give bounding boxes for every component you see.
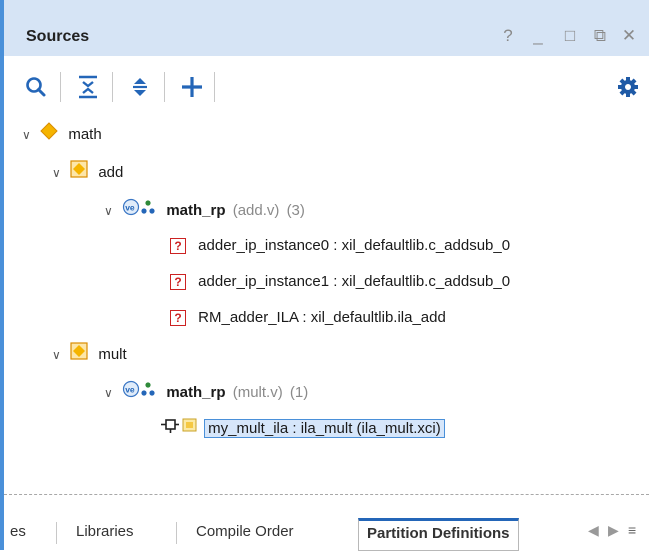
divider	[4, 494, 649, 495]
tree-node-mult[interactable]: ∨ mult	[52, 342, 127, 366]
collapse-all-icon[interactable]	[76, 74, 100, 100]
missing-source-icon: ?	[170, 310, 186, 327]
module-file: (mult.v)	[232, 383, 283, 401]
module-count: (3)	[286, 201, 305, 219]
chevron-down-icon[interactable]: ∨	[52, 343, 66, 367]
gear-icon[interactable]	[616, 74, 640, 100]
help-button[interactable]: ?	[498, 26, 518, 46]
tree-leaf[interactable]: ? RM_adder_ILA : xil_defaultlib.ila_add	[170, 306, 446, 330]
tab-compile-order[interactable]: Compile Order	[196, 523, 294, 540]
instance-label: RM_adder_ILA : xil_defaultlib.ila_add	[198, 309, 446, 326]
panel-title-bar: Sources ? _ □ ⧉ ✕	[4, 0, 649, 56]
toolbar-separator	[60, 72, 61, 102]
tab-sources-truncated[interactable]: es	[10, 523, 26, 540]
tree-leaf[interactable]: ? adder_ip_instance0 : xil_defaultlib.c_…	[170, 234, 510, 258]
tab-separator	[176, 522, 177, 544]
minimize-button[interactable]: _	[528, 26, 548, 46]
instance-label: my_mult_ila : ila_mult (ila_mult.xci)	[204, 418, 445, 438]
tab-separator	[56, 522, 57, 544]
chevron-down-icon[interactable]: ∨	[22, 123, 36, 147]
toolbar	[4, 56, 649, 118]
tab-libraries[interactable]: Libraries	[76, 523, 134, 540]
instance-label: adder_ip_instance0 : xil_defaultlib.c_ad…	[198, 237, 511, 254]
chevron-right-icon[interactable]: ▶	[608, 522, 619, 539]
panel-title: Sources	[26, 28, 90, 45]
chevron-left-icon[interactable]: ◀	[588, 522, 599, 539]
ip-core-icon	[160, 416, 198, 442]
tree-node-mult-math-rp[interactable]: ∨ ve math_rp (mult.v) (1)	[104, 380, 308, 404]
instance-label: adder_ip_instance1 : xil_defaultlib.c_ad…	[198, 273, 511, 290]
toolbar-separator	[112, 72, 113, 102]
tree-node-label: add	[98, 163, 124, 181]
tree-leaf-selected[interactable]: my_mult_ila : ila_mult (ila_mult.xci)	[160, 416, 445, 440]
partition-diamond-icon	[70, 160, 88, 186]
module-name: math_rp	[166, 383, 226, 401]
tree-leaf[interactable]: ? adder_ip_instance1 : xil_defaultlib.c_…	[170, 270, 510, 294]
tree-node-add-math-rp[interactable]: ∨ ve math_rp (add.v) (3)	[104, 198, 305, 222]
module-file: (add.v)	[232, 201, 280, 219]
tree-node-math[interactable]: ∨ math	[22, 122, 102, 146]
tree-node-label: mult	[98, 345, 127, 363]
module-name: math_rp	[166, 201, 226, 219]
partition-diamond-icon	[70, 342, 88, 368]
missing-source-icon: ?	[170, 238, 186, 255]
search-icon[interactable]	[24, 74, 48, 100]
float-button[interactable]: ⧉	[590, 26, 610, 46]
module-count: (1)	[289, 383, 309, 401]
verilog-module-icon: ve	[122, 198, 158, 224]
chevron-down-icon[interactable]: ∨	[104, 381, 118, 405]
toolbar-separator	[214, 72, 215, 102]
svg-text:ve: ve	[125, 203, 135, 213]
verilog-module-icon: ve	[122, 380, 158, 406]
diamond-icon	[40, 122, 58, 148]
svg-text:ve: ve	[125, 385, 135, 395]
tab-partition-definitions[interactable]: Partition Definitions	[358, 518, 519, 551]
sources-tree: ∨ math ∨ add ∨ ve math_rp (add.v) (3) ? …	[4, 118, 649, 490]
toolbar-separator	[164, 72, 165, 102]
menu-icon[interactable]: ≡	[628, 522, 636, 538]
close-button[interactable]: ✕	[619, 26, 639, 46]
expand-all-icon[interactable]	[128, 74, 152, 100]
tree-node-label: math	[68, 125, 102, 143]
tab-bar: es Libraries Compile Order Partition Def…	[4, 510, 649, 551]
add-icon[interactable]	[180, 74, 204, 100]
chevron-down-icon[interactable]: ∨	[104, 199, 118, 223]
maximize-button[interactable]: □	[560, 26, 580, 46]
chevron-down-icon[interactable]: ∨	[52, 161, 66, 185]
tree-node-add[interactable]: ∨ add	[52, 160, 123, 184]
missing-source-icon: ?	[170, 274, 186, 291]
